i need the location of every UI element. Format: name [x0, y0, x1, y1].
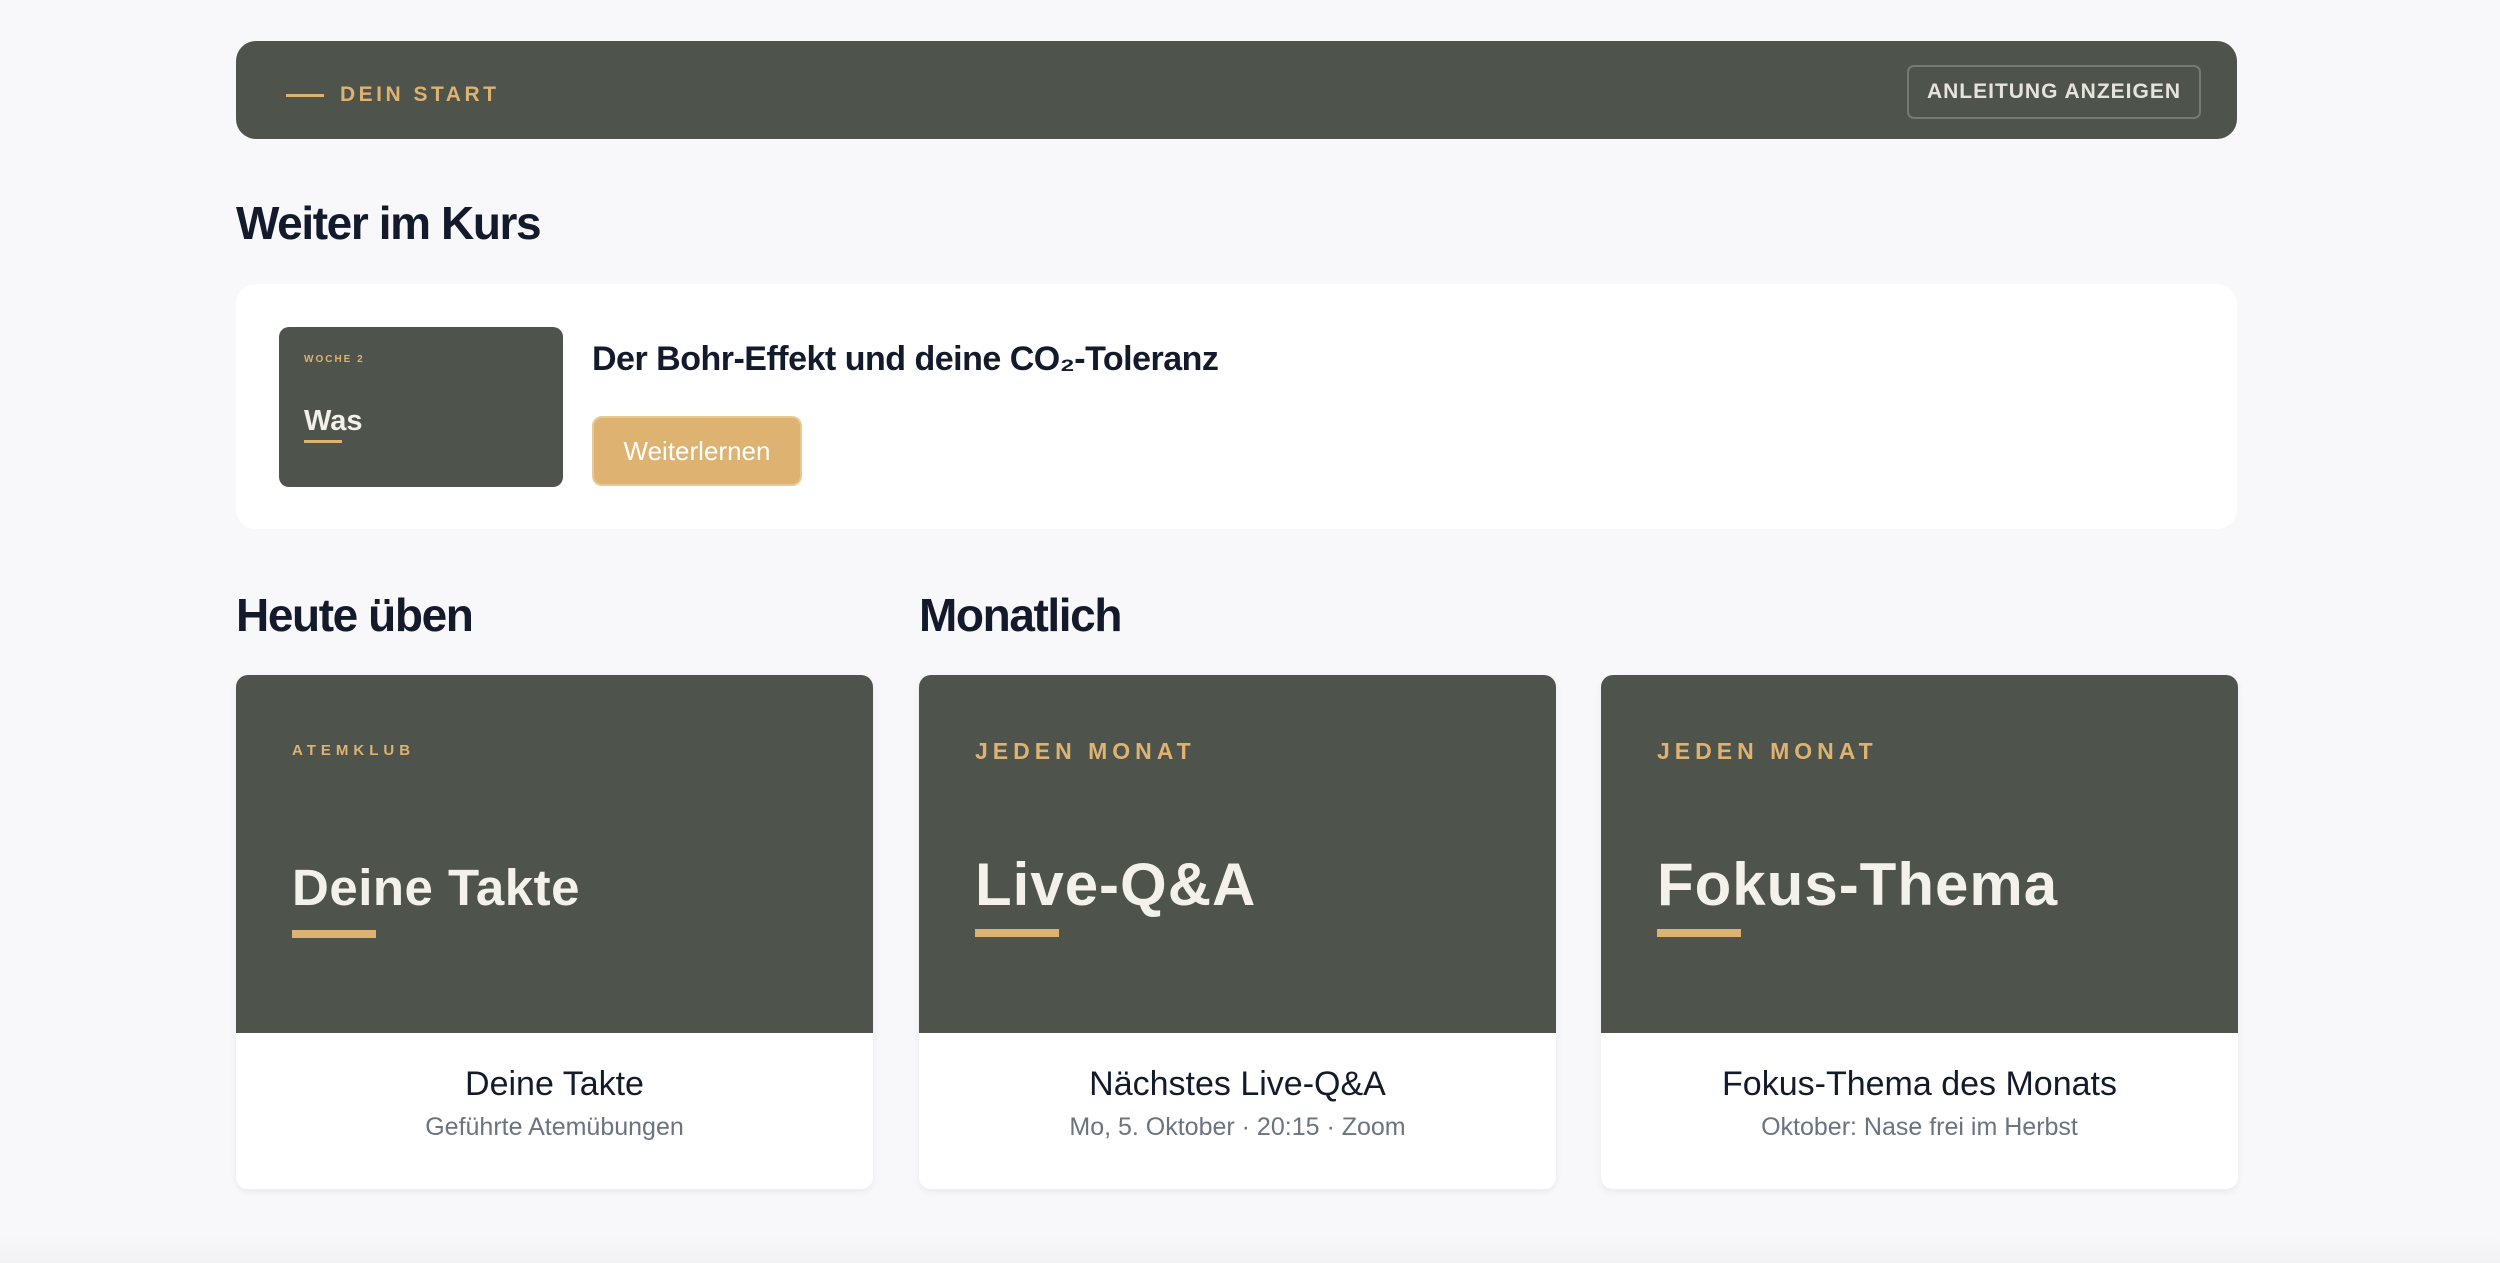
card-kicker: JEDEN MONAT: [1657, 738, 1878, 764]
card-hero: ATEMKLUB Deine Takte: [236, 675, 873, 1033]
banner-label: DEIN START: [340, 83, 500, 106]
card-hero: JEDEN MONAT Fokus-Thema: [1601, 675, 2238, 1033]
show-guide-button[interactable]: ANLEITUNG ANZEIGEN: [1906, 65, 2201, 119]
card-hero-title: Deine Takte: [292, 859, 580, 916]
continue-course-card: WOCHE 2 Was Der Bohr-Effekt und deine CO…: [236, 284, 2237, 529]
page-bottom-fade: [0, 1236, 2500, 1263]
thumbnail-underline: [304, 440, 342, 443]
card-kicker: ATEMKLUB: [292, 742, 416, 759]
card-hero: JEDEN MONAT Live-Q&A: [919, 675, 1556, 1033]
card-kicker: JEDEN MONAT: [975, 738, 1196, 764]
card-subtitle: Geführte Atemübungen: [425, 1113, 684, 1141]
card-hero-title: Live-Q&A: [975, 851, 1257, 918]
card-subtitle: Oktober: Nase frei im Herbst: [1761, 1113, 2078, 1141]
card-title: Nächstes Live-Q&A: [1089, 1065, 1386, 1103]
start-banner: DEIN START ANLEITUNG ANZEIGEN: [236, 41, 2237, 139]
lesson-thumbnail[interactable]: WOCHE 2 Was: [279, 327, 563, 487]
card-deine-takte[interactable]: ATEMKLUB Deine Takte Deine Takte Geführt…: [236, 675, 873, 1189]
today-section-title: Heute üben: [236, 589, 474, 641]
card-subtitle: Mo, 5. Oktober · 20:15 · Zoom: [1069, 1113, 1406, 1141]
continue-learning-button[interactable]: Weiterlernen: [592, 416, 802, 486]
card-title: Deine Takte: [465, 1065, 644, 1103]
lesson-title: Der Bohr-Effekt und deine CO₂-Toleranz: [592, 340, 1219, 378]
monthly-section-title: Monatlich: [919, 589, 1122, 641]
card-fokus-thema[interactable]: JEDEN MONAT Fokus-Thema Fokus-Thema des …: [1601, 675, 2238, 1189]
thumbnail-title: Was: [304, 405, 363, 437]
card-title: Fokus-Thema des Monats: [1722, 1065, 2117, 1103]
banner-dash-decoration: [286, 94, 324, 97]
thumbnail-week-label: WOCHE 2: [304, 354, 365, 365]
continue-section-title: Weiter im Kurs: [236, 197, 542, 249]
card-hero-title: Fokus-Thema: [1657, 851, 2059, 918]
card-hero-underline: [292, 930, 376, 938]
card-live-qa[interactable]: JEDEN MONAT Live-Q&A Nächstes Live-Q&A M…: [919, 675, 1556, 1189]
card-hero-underline: [1657, 929, 1741, 937]
card-hero-underline: [975, 929, 1059, 937]
